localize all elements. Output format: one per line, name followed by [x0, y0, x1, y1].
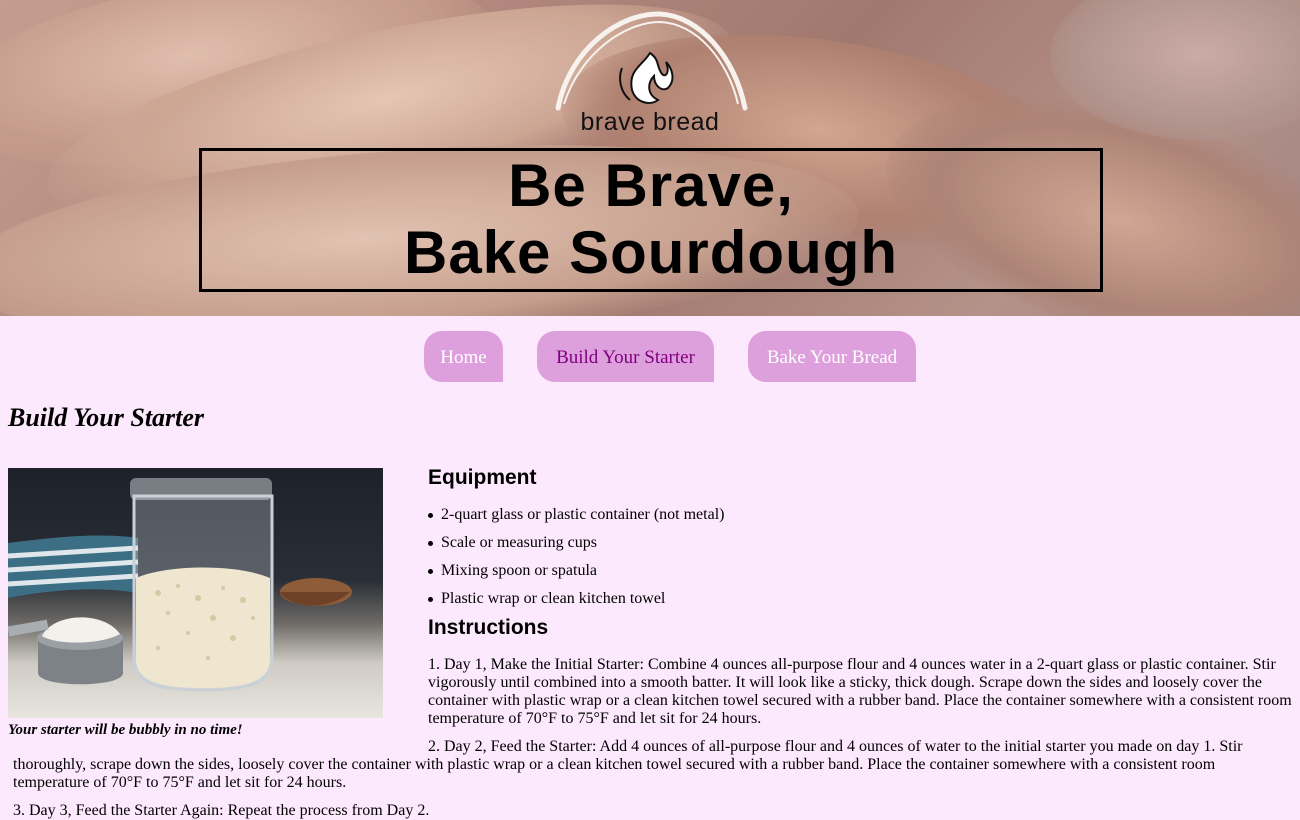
equipment-heading: Equipment — [428, 466, 537, 489]
instruction-step-2: 2. Day 2, Feed the Starter: Add 4 ounces… — [13, 738, 1243, 791]
hero-banner: brave bread Be Brave, Bake Sourdough — [0, 0, 1300, 316]
logo-text: brave bread — [580, 108, 720, 136]
list-item: 2-quart glass or plastic container (not … — [428, 505, 724, 533]
hero-title-line-1: Be Brave, — [508, 152, 794, 219]
nav-build-your-starter[interactable]: Build Your Starter — [537, 331, 714, 382]
instructions-heading: Instructions — [428, 616, 549, 639]
page-heading: Build Your Starter — [8, 403, 205, 432]
list-item: Scale or measuring cups — [428, 533, 724, 561]
list-item: Plastic wrap or clean kitchen towel — [428, 589, 724, 617]
image-caption: Your starter will be bubbly in no time! — [8, 722, 243, 738]
nav-bake-your-bread[interactable]: Bake Your Bread — [748, 331, 916, 382]
instruction-step-1: 1. Day 1, Make the Initial Starter: Comb… — [428, 656, 1292, 727]
equipment-list: 2-quart glass or plastic container (not … — [428, 505, 724, 617]
nav-home[interactable]: Home — [424, 331, 503, 382]
starter-jar-photo — [8, 468, 383, 718]
list-item: Mixing spoon or spatula — [428, 561, 724, 589]
hero-title-line-2: Bake Sourdough — [403, 219, 899, 286]
instruction-step-3: 3. Day 3, Feed the Starter Again: Repeat… — [13, 802, 430, 819]
